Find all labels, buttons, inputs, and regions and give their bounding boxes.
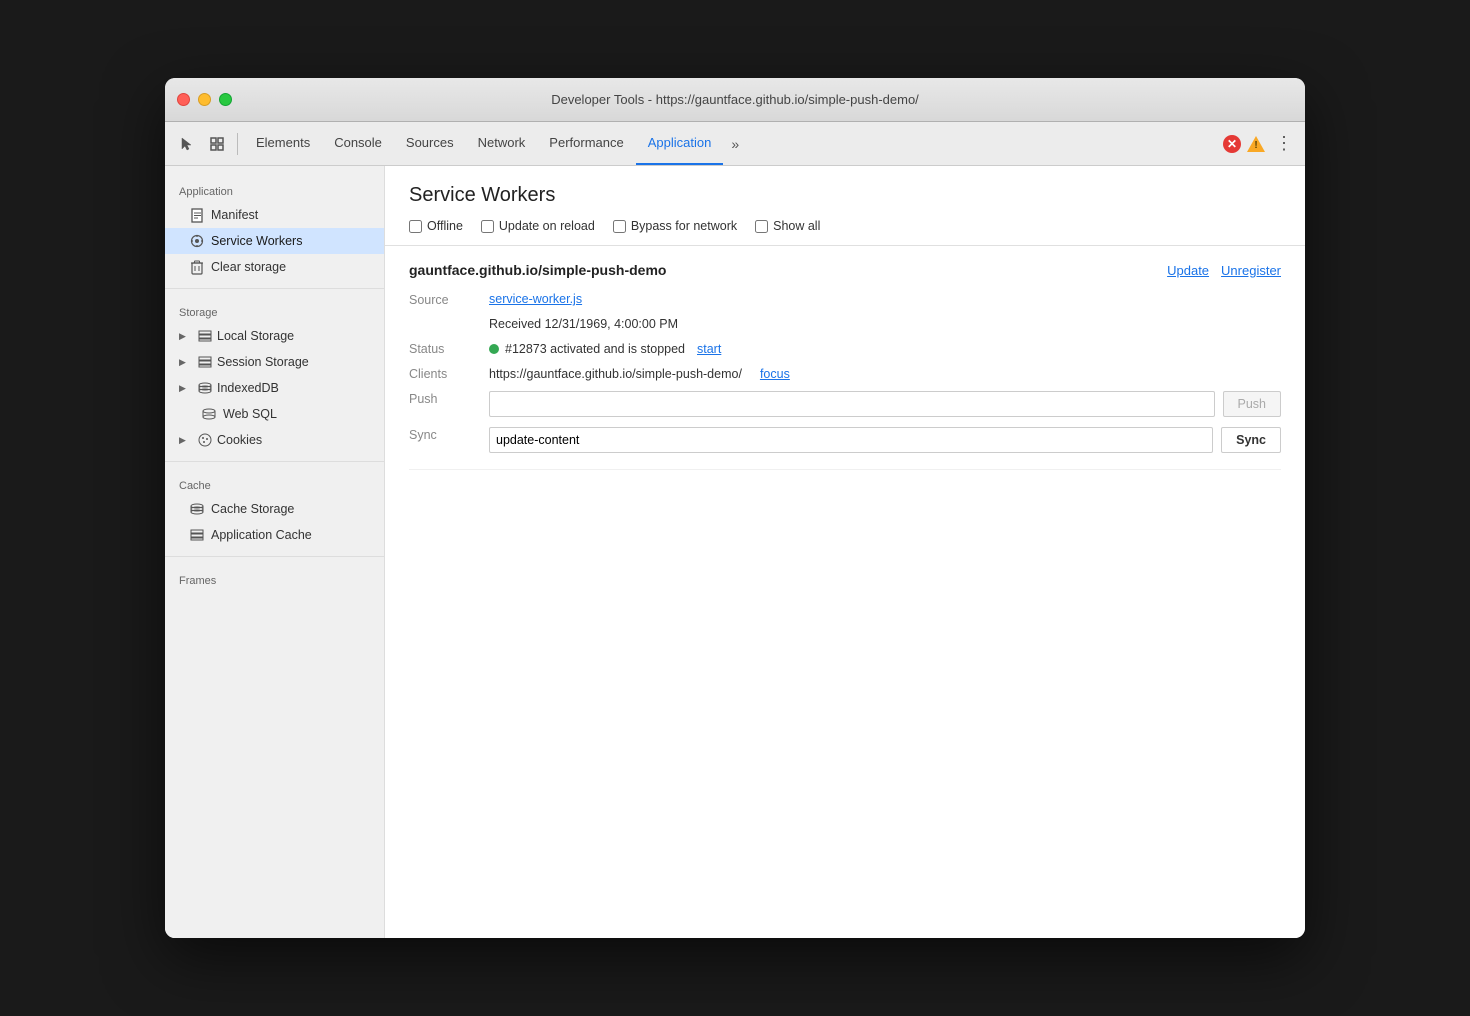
sync-value: Sync — [489, 427, 1281, 453]
status-value: #12873 activated and is stopped start — [489, 341, 1281, 356]
source-label: Source — [409, 292, 489, 307]
show-all-checkbox[interactable] — [755, 220, 768, 233]
clients-value: https://gauntface.github.io/simple-push-… — [489, 366, 1281, 381]
tab-elements[interactable]: Elements — [244, 122, 322, 165]
toolbar-right: ✕ ! ⋮ — [1223, 133, 1297, 154]
sidebar-item-session-storage[interactable]: ▶ Session Storage — [165, 349, 384, 375]
content-panel: Service Workers Offline Update on reload… — [385, 166, 1305, 938]
tab-navigation: Elements Console Sources Network Perform… — [244, 122, 1221, 165]
clients-label: Clients — [409, 366, 489, 381]
panel-body: gauntface.github.io/simple-push-demo Upd… — [385, 246, 1305, 470]
sw-domain-row: gauntface.github.io/simple-push-demo Upd… — [409, 262, 1281, 278]
error-icon[interactable]: ✕ — [1223, 135, 1241, 153]
focus-link[interactable]: focus — [760, 367, 790, 381]
sidebar-item-service-workers[interactable]: Service Workers — [165, 228, 384, 254]
sidebar-item-web-sql[interactable]: Web SQL — [165, 401, 384, 427]
inspect-icon[interactable] — [203, 130, 231, 158]
cache-storage-icon — [189, 501, 205, 517]
source-value: service-worker.js — [489, 292, 1281, 307]
clear-storage-icon — [189, 259, 205, 275]
sw-domain: gauntface.github.io/simple-push-demo — [409, 262, 666, 278]
cookies-icon — [197, 432, 213, 448]
sidebar-app-section-label: Application — [165, 176, 384, 202]
sidebar-item-cookies[interactable]: ▶ Cookies — [165, 427, 384, 453]
sidebar-divider-storage — [165, 288, 384, 289]
tab-performance[interactable]: Performance — [537, 122, 635, 165]
session-storage-arrow: ▶ — [179, 357, 189, 368]
local-storage-icon — [197, 328, 213, 344]
window-controls — [177, 93, 232, 106]
status-text: #12873 activated and is stopped — [505, 342, 685, 356]
push-value: Push — [489, 391, 1281, 417]
devtools-window: Developer Tools - https://gauntface.gith… — [165, 78, 1305, 938]
sync-label: Sync — [409, 427, 489, 453]
received-label — [409, 317, 489, 331]
sw-entry: gauntface.github.io/simple-push-demo Upd… — [409, 246, 1281, 470]
sidebar-cache-section-label: Cache — [165, 470, 384, 496]
minimize-button[interactable] — [198, 93, 211, 106]
indexeddb-arrow: ▶ — [179, 383, 189, 394]
tab-application[interactable]: Application — [636, 122, 724, 165]
sidebar-item-clear-storage[interactable]: Clear storage — [165, 254, 384, 280]
more-menu-icon[interactable]: ⋮ — [1271, 133, 1297, 154]
local-storage-arrow: ▶ — [179, 331, 189, 342]
warning-icon[interactable]: ! — [1247, 135, 1265, 153]
sidebar-item-local-storage[interactable]: ▶ Local Storage — [165, 323, 384, 349]
start-link[interactable]: start — [697, 342, 721, 356]
indexeddb-icon — [197, 380, 213, 396]
received-value: Received 12/31/1969, 4:00:00 PM — [489, 317, 1281, 331]
maximize-button[interactable] — [219, 93, 232, 106]
options-row: Offline Update on reload Bypass for netw… — [409, 219, 1281, 233]
sync-button[interactable]: Sync — [1221, 427, 1281, 453]
offline-checkbox[interactable] — [409, 220, 422, 233]
more-tabs-button[interactable]: » — [723, 122, 747, 165]
web-sql-icon — [201, 406, 217, 422]
bypass-for-network-option[interactable]: Bypass for network — [613, 219, 737, 233]
tab-sources[interactable]: Sources — [394, 122, 466, 165]
sidebar-frames-section-label: Frames — [165, 565, 384, 591]
push-button[interactable]: Push — [1223, 391, 1282, 417]
push-label: Push — [409, 391, 489, 417]
sw-actions: Update Unregister — [1167, 263, 1281, 278]
sidebar-divider-frames — [165, 556, 384, 557]
sw-details-table: Source service-worker.js Received 12/31/… — [409, 292, 1281, 453]
close-button[interactable] — [177, 93, 190, 106]
sidebar-item-cache-storage[interactable]: Cache Storage — [165, 496, 384, 522]
window-title: Developer Tools - https://gauntface.gith… — [551, 92, 919, 107]
status-label: Status — [409, 341, 489, 356]
update-on-reload-option[interactable]: Update on reload — [481, 219, 595, 233]
bypass-for-network-checkbox[interactable] — [613, 220, 626, 233]
main-content: Application Manifest — [165, 166, 1305, 938]
panel-title: Service Workers — [409, 184, 1281, 207]
panel-header: Service Workers Offline Update on reload… — [385, 166, 1305, 246]
show-all-option[interactable]: Show all — [755, 219, 820, 233]
cookies-arrow: ▶ — [179, 435, 189, 446]
sidebar: Application Manifest — [165, 166, 385, 938]
sidebar-storage-section-label: Storage — [165, 297, 384, 323]
sidebar-divider-cache — [165, 461, 384, 462]
update-on-reload-checkbox[interactable] — [481, 220, 494, 233]
tab-console[interactable]: Console — [322, 122, 394, 165]
cursor-icon[interactable] — [173, 130, 201, 158]
title-bar: Developer Tools - https://gauntface.gith… — [165, 78, 1305, 122]
tab-network[interactable]: Network — [466, 122, 538, 165]
update-link[interactable]: Update — [1167, 263, 1209, 278]
offline-option[interactable]: Offline — [409, 219, 463, 233]
manifest-icon — [189, 207, 205, 223]
push-input[interactable] — [489, 391, 1215, 417]
sync-input[interactable] — [489, 427, 1213, 453]
sidebar-item-indexeddb[interactable]: ▶ IndexedDB — [165, 375, 384, 401]
toolbar: Elements Console Sources Network Perform… — [165, 122, 1305, 166]
unregister-link[interactable]: Unregister — [1221, 263, 1281, 278]
source-link[interactable]: service-worker.js — [489, 292, 582, 306]
clients-url: https://gauntface.github.io/simple-push-… — [489, 367, 742, 381]
app-cache-icon — [189, 527, 205, 543]
status-dot — [489, 344, 499, 354]
sidebar-item-app-cache[interactable]: Application Cache — [165, 522, 384, 548]
session-storage-icon — [197, 354, 213, 370]
toolbar-divider — [237, 133, 238, 155]
sidebar-item-manifest[interactable]: Manifest — [165, 202, 384, 228]
service-workers-icon — [189, 233, 205, 249]
